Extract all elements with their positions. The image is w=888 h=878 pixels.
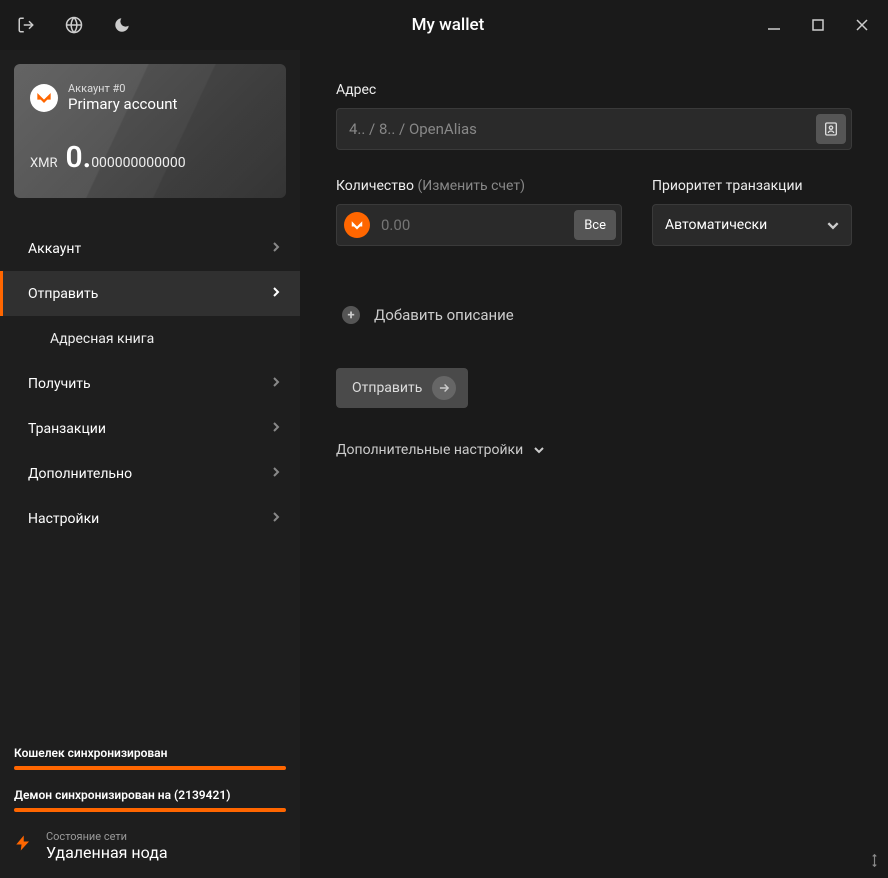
chevron-right-icon	[272, 466, 280, 482]
window-title: My wallet	[132, 15, 764, 35]
nav-sub-label: Адресная книга	[50, 331, 154, 347]
plus-icon: +	[342, 306, 360, 324]
wallet-sync-status: Кошелек синхронизирован	[14, 746, 286, 770]
chevron-down-icon	[826, 216, 840, 235]
network-status[interactable]: Состояние сети Удаленная нода	[14, 830, 286, 862]
add-description-button[interactable]: + Добавить описание	[336, 306, 852, 324]
nav-menu: Аккаунт Отправить Адресная книга Получит…	[0, 226, 300, 746]
amount-label: Количество (Изменить счет)	[336, 178, 622, 194]
bolt-icon	[14, 830, 32, 862]
nav-label: Получить	[28, 376, 91, 392]
network-status-value: Удаленная нода	[46, 843, 168, 862]
network-status-label: Состояние сети	[46, 830, 168, 843]
account-card[interactable]: Аккаунт #0 Primary account XMR 0.0000000…	[14, 64, 286, 198]
chevron-down-icon	[533, 442, 545, 458]
chevron-right-icon	[272, 376, 280, 392]
minimize-icon[interactable]	[764, 15, 784, 35]
advanced-settings-toggle[interactable]: Дополнительные настройки	[336, 442, 852, 458]
close-icon[interactable]	[852, 15, 872, 35]
daemon-sync-status: Демон синхронизирован на (2139421)	[14, 788, 286, 812]
nav-settings[interactable]: Настройки	[0, 496, 300, 541]
nav-receive[interactable]: Получить	[0, 361, 300, 406]
chevron-right-icon	[272, 286, 280, 302]
priority-select[interactable]: Автоматически	[652, 204, 852, 246]
chevron-right-icon	[272, 511, 280, 527]
theme-moon-icon[interactable]	[112, 15, 132, 35]
monero-logo-icon	[30, 84, 58, 112]
address-input[interactable]	[336, 108, 852, 150]
nav-label: Аккаунт	[28, 241, 81, 257]
account-balance: XMR 0.000000000000	[30, 143, 270, 173]
daemon-sync-bar	[14, 808, 286, 812]
send-button[interactable]: Отправить	[336, 368, 468, 408]
chevron-right-icon	[272, 421, 280, 437]
globe-icon[interactable]	[64, 15, 84, 35]
nav-label: Дополнительно	[28, 466, 132, 482]
monero-icon	[344, 212, 370, 238]
nav-transactions[interactable]: Транзакции	[0, 406, 300, 451]
address-label: Адрес	[336, 82, 852, 98]
account-number: Аккаунт #0	[68, 82, 177, 95]
nav-label: Отправить	[28, 286, 98, 302]
priority-label: Приоритет транзакции	[652, 178, 852, 194]
titlebar: My wallet	[0, 0, 888, 50]
nav-account[interactable]: Аккаунт	[0, 226, 300, 271]
account-name: Primary account	[68, 95, 177, 113]
lock-wallet-icon[interactable]	[16, 15, 36, 35]
nav-label: Настройки	[28, 511, 99, 527]
chevron-right-icon	[272, 241, 280, 257]
nav-advanced[interactable]: Дополнительно	[0, 451, 300, 496]
nav-label: Транзакции	[28, 421, 106, 437]
change-account-link[interactable]: (Изменить счет)	[417, 178, 525, 194]
sidebar: Аккаунт #0 Primary account XMR 0.0000000…	[0, 50, 300, 878]
resize-grip-icon[interactable]	[864, 854, 883, 868]
amount-all-button[interactable]: Все	[574, 210, 616, 240]
arrow-right-icon	[432, 376, 456, 400]
address-book-button[interactable]	[816, 114, 846, 144]
nav-address-book[interactable]: Адресная книга	[0, 316, 300, 361]
wallet-sync-bar	[14, 766, 286, 770]
nav-send[interactable]: Отправить	[0, 271, 300, 316]
send-panel: Адрес Количество (Изменить счет) Все	[300, 50, 888, 878]
maximize-icon[interactable]	[808, 15, 828, 35]
